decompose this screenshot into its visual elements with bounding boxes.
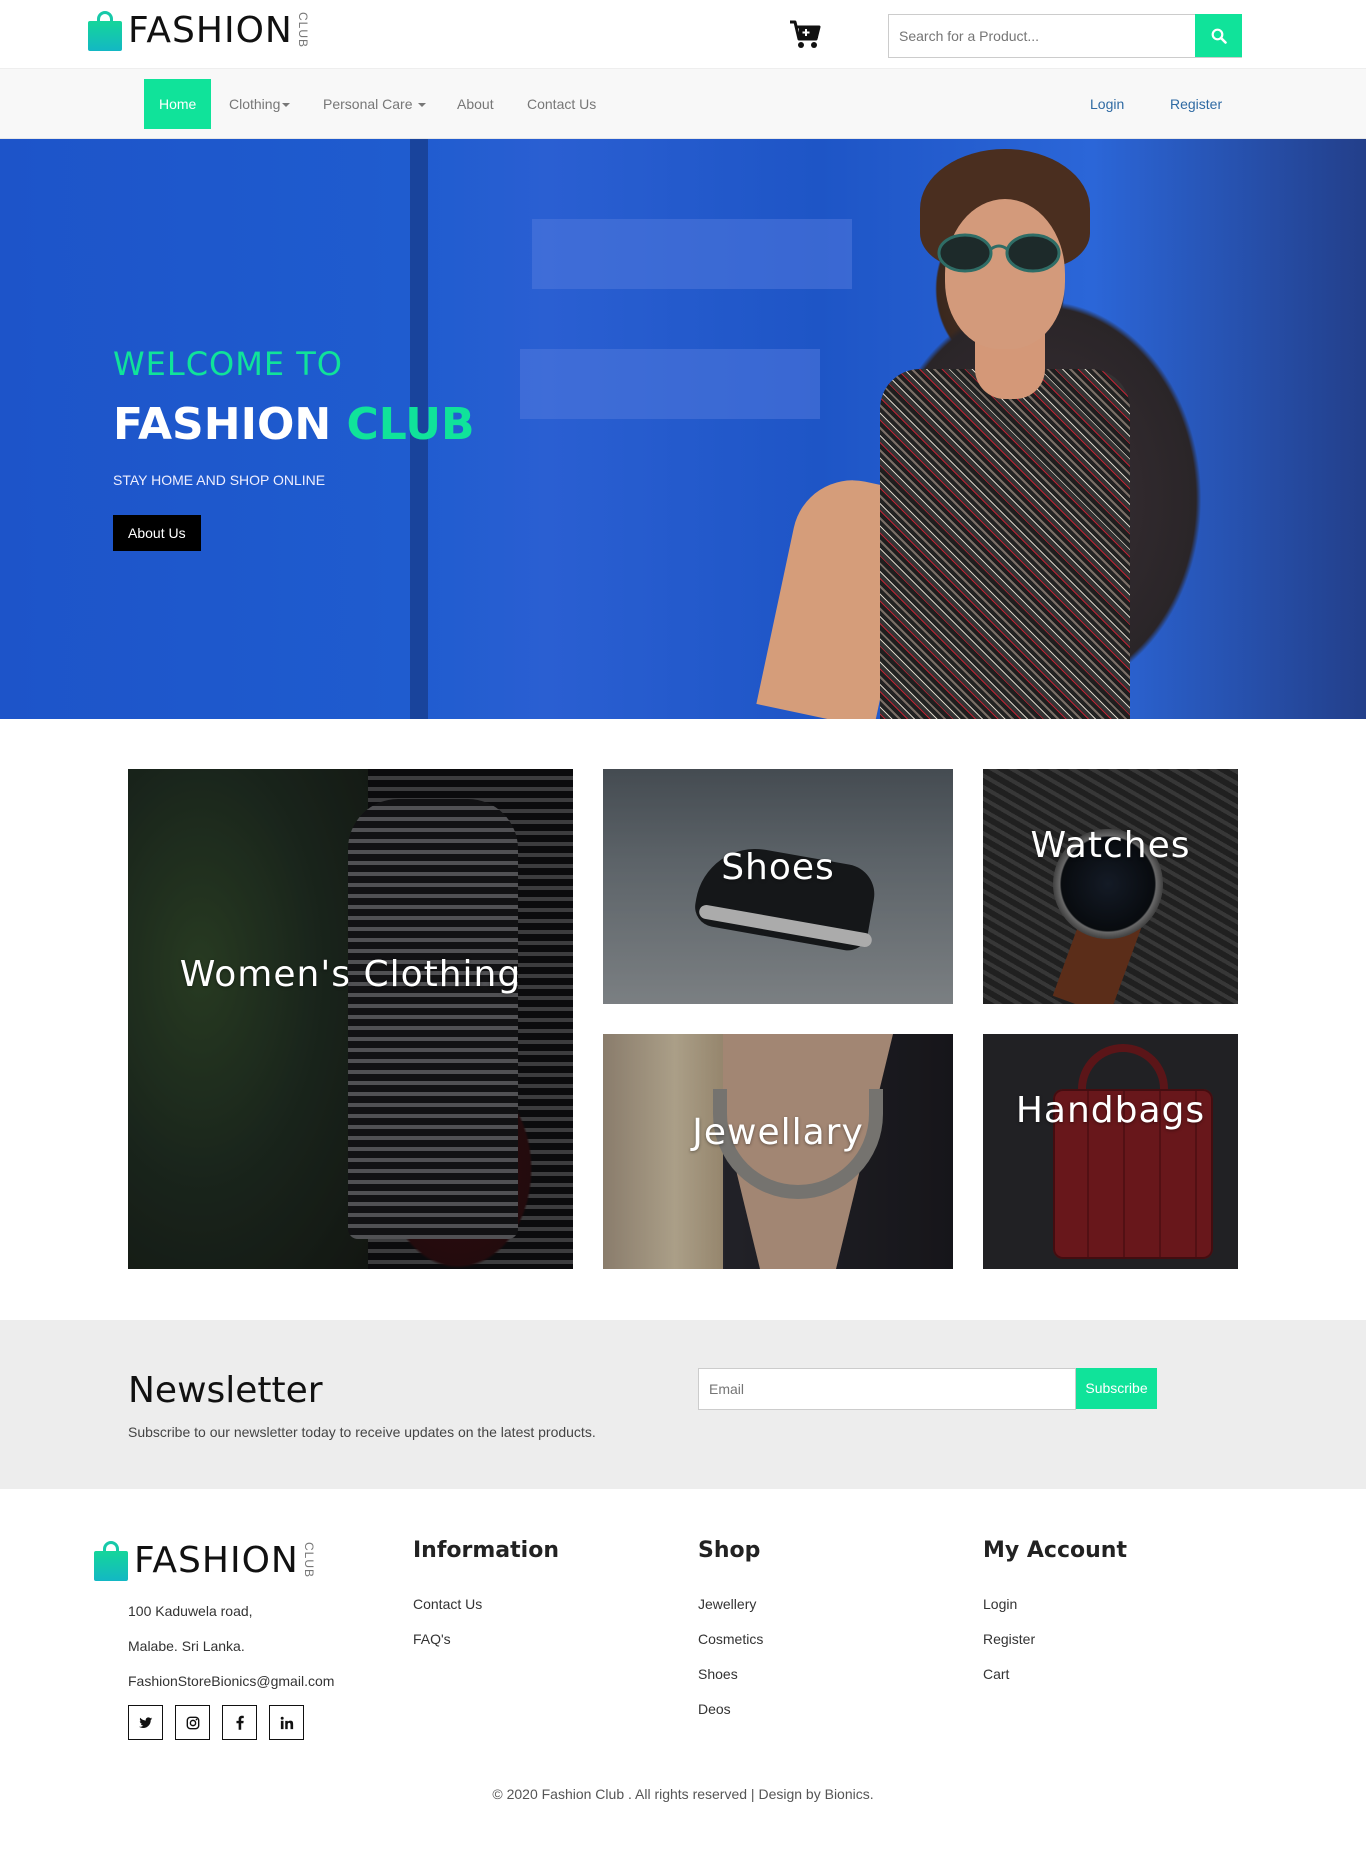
footer-link-shoes[interactable]: Shoes bbox=[698, 1666, 738, 1682]
facebook-icon[interactable] bbox=[222, 1705, 257, 1740]
footer-link-deos[interactable]: Deos bbox=[698, 1701, 731, 1717]
hero-tagline: STAY HOME AND SHOP ONLINE bbox=[113, 472, 326, 488]
category-label: Watches bbox=[1030, 825, 1191, 866]
main-navigation: Home Clothing Personal Care About Contac… bbox=[0, 68, 1366, 139]
category-label: Jewellary bbox=[692, 1112, 864, 1153]
hero-model-dress bbox=[880, 369, 1130, 719]
footer-link-jewellery[interactable]: Jewellery bbox=[698, 1596, 756, 1612]
search-input[interactable] bbox=[888, 14, 1242, 58]
twitter-icon[interactable] bbox=[128, 1705, 163, 1740]
logo-sub: CLUB bbox=[295, 12, 310, 49]
category-label: Shoes bbox=[721, 847, 835, 888]
footer-link-faq[interactable]: FAQ's bbox=[413, 1631, 451, 1647]
linkedin-icon[interactable] bbox=[269, 1705, 304, 1740]
nav-personal-care[interactable]: Personal Care bbox=[308, 79, 441, 129]
category-handbags[interactable]: Handbags bbox=[983, 1034, 1238, 1269]
nav-home[interactable]: Home bbox=[144, 79, 212, 129]
about-us-button[interactable]: About Us bbox=[113, 515, 201, 551]
logo-sub: CLUB bbox=[301, 1542, 316, 1579]
nav-contact[interactable]: Contact Us bbox=[512, 79, 611, 129]
nav-clothing[interactable]: Clothing bbox=[214, 79, 305, 129]
newsletter-title: Newsletter bbox=[128, 1370, 323, 1411]
site-logo[interactable]: FASHION CLUB bbox=[88, 10, 310, 51]
address-line-2: Malabe. Sri Lanka. bbox=[128, 1638, 245, 1654]
category-womens-clothing[interactable]: Women's Clothing bbox=[128, 769, 573, 1269]
category-watches[interactable]: Watches bbox=[983, 769, 1238, 1004]
nav-about[interactable]: About bbox=[442, 79, 509, 129]
instagram-icon[interactable] bbox=[175, 1705, 210, 1740]
chevron-down-icon bbox=[282, 103, 291, 108]
newsletter-text: Subscribe to our newsletter today to rec… bbox=[128, 1424, 596, 1440]
hero-title: FASHION CLUB bbox=[113, 399, 475, 450]
footer-logo[interactable]: FASHION CLUB bbox=[94, 1540, 316, 1581]
nav-register[interactable]: Register bbox=[1155, 79, 1237, 129]
hero-welcome: WELCOME TO bbox=[113, 345, 343, 383]
search-icon bbox=[1211, 28, 1227, 44]
footer-link-cosmetics[interactable]: Cosmetics bbox=[698, 1631, 763, 1647]
nav-login[interactable]: Login bbox=[1075, 79, 1139, 129]
footer-link-contact[interactable]: Contact Us bbox=[413, 1596, 482, 1612]
shopping-bag-icon bbox=[94, 1540, 128, 1581]
search-button[interactable] bbox=[1195, 14, 1242, 57]
newsletter-section: Newsletter Subscribe to our newsletter t… bbox=[0, 1320, 1366, 1489]
category-jewellery[interactable]: Jewellary bbox=[603, 1034, 953, 1269]
address-line-1: 100 Kaduwela road, bbox=[128, 1603, 253, 1619]
hero-banner: WELCOME TO FASHION CLUB STAY HOME AND SH… bbox=[0, 139, 1366, 719]
footer-link-register[interactable]: Register bbox=[983, 1631, 1035, 1647]
footer-heading: Information bbox=[413, 1538, 559, 1563]
category-label: Women's Clothing bbox=[179, 954, 522, 995]
copyright: © 2020 Fashion Club . All rights reserve… bbox=[492, 1786, 874, 1802]
door-panel bbox=[520, 349, 820, 419]
footer-heading: Shop bbox=[698, 1538, 761, 1563]
newsletter-email-input[interactable] bbox=[698, 1368, 1076, 1410]
top-bar: FASHION CLUB bbox=[0, 0, 1366, 68]
category-shoes[interactable]: Shoes bbox=[603, 769, 953, 1004]
footer-link-login[interactable]: Login bbox=[983, 1596, 1017, 1612]
subscribe-button[interactable]: Subscribe bbox=[1076, 1368, 1157, 1409]
hero-model-face bbox=[945, 199, 1065, 349]
category-label: Handbags bbox=[1015, 1090, 1206, 1131]
chevron-down-icon bbox=[418, 103, 427, 108]
contact-email[interactable]: FashionStoreBionics@gmail.com bbox=[128, 1673, 334, 1689]
door-panel bbox=[532, 219, 852, 289]
logo-word: FASHION bbox=[128, 10, 293, 51]
logo-word: FASHION bbox=[134, 1540, 299, 1581]
shopping-bag-icon bbox=[88, 10, 122, 51]
footer-link-cart[interactable]: Cart bbox=[983, 1666, 1009, 1682]
footer-heading: My Account bbox=[983, 1538, 1127, 1563]
cart-icon[interactable] bbox=[788, 18, 822, 50]
sunglasses bbox=[937, 233, 1061, 273]
